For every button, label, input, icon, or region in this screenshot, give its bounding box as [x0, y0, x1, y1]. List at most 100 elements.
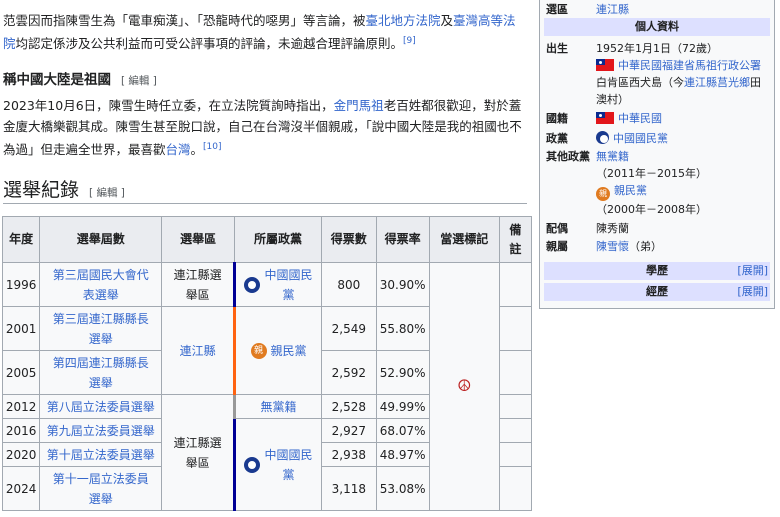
district-link[interactable]: 連江縣: [180, 344, 216, 358]
taipei-court-link[interactable]: 臺北地方法院: [366, 13, 441, 28]
nationality-link[interactable]: 中華民國: [618, 112, 662, 125]
header-pct: 得票率: [375, 216, 430, 263]
cell-election: 第九屆立法委員選舉: [39, 418, 163, 443]
cell-votes: 800: [321, 262, 377, 307]
infobox-row-born: 出生 1952年1月1日（72歲） 中華民國福建省馬祖行政公署白肯區西犬島（今連…: [546, 40, 770, 106]
reference-9[interactable]: [9]: [403, 36, 416, 46]
cell-votes: 2,592: [321, 350, 377, 395]
kmt-emblem-icon: [596, 131, 609, 144]
edit-section-link[interactable]: [ 編輯 ]: [89, 187, 125, 199]
header-votes: 得票數: [321, 216, 377, 263]
cell-notes: [498, 466, 533, 511]
pfp-link[interactable]: 親民黨: [614, 184, 647, 197]
cell-pct: 49.99%: [375, 394, 430, 419]
born-place-text: 白肯區西犬島（今: [596, 76, 684, 89]
roc-flag-icon: [596, 59, 614, 71]
election-link[interactable]: 第十一屆立法委員選舉: [53, 472, 149, 506]
header-elected: 當選標記: [428, 216, 500, 263]
header-party: 所屬政黨: [234, 216, 323, 263]
party-link[interactable]: 親民黨: [271, 341, 307, 361]
heading-divider: [3, 203, 527, 204]
edit-section-link[interactable]: [ 編輯 ]: [121, 75, 157, 87]
paragraph-text: 2023年10月6日，陳雪生時任立委，在立法院質詢時指出，: [3, 98, 334, 113]
cell-election: 第十一屆立法委員選舉: [39, 466, 163, 511]
education-header[interactable]: 學歷 [展開]: [544, 262, 770, 280]
table-row: 1996 第三屆國民大會代表選舉 連江縣選舉區 中國國民黨 800 30.90%…: [1, 262, 533, 511]
relative-relation: （弟）: [629, 240, 662, 253]
education-title: 學歷: [646, 264, 668, 277]
cell-votes: 2,938: [321, 442, 377, 467]
cell-pct: 48.97%: [375, 442, 430, 467]
cell-year: 2016: [1, 418, 41, 443]
pfp-emblem-icon: 親: [250, 342, 267, 359]
paragraph-text: 范雲因而指陳雪生為「電車痴漢」、「恐龍時代的噁男」等言論，被: [3, 13, 366, 28]
cell-notes: [498, 394, 533, 419]
section-heading-motherland: 稱中國大陸是祖國 [ 編輯 ]: [3, 68, 157, 88]
taiwan-link[interactable]: 台灣: [166, 142, 191, 157]
cell-pct: 55.80%: [375, 306, 430, 351]
election-link[interactable]: 第十屆立法委員選舉: [47, 448, 155, 462]
cell-election: 第八屆立法委員選舉: [39, 394, 163, 419]
born-place-link[interactable]: 中華民國福建省馬祖行政公署: [618, 59, 761, 72]
infobox-label: 配偶: [546, 222, 568, 235]
cell-party: 中國國民黨: [233, 262, 323, 307]
education-expand-toggle[interactable]: [展開]: [737, 262, 768, 280]
cell-district: 連江縣選舉區: [161, 394, 236, 511]
cell-election: 第三屆國民大會代表選舉: [39, 262, 163, 307]
cell-votes: 2,927: [321, 418, 377, 443]
career-title: 經歷: [646, 285, 668, 298]
district-link[interactable]: 連江縣: [596, 3, 629, 16]
kmt-emblem-icon: [243, 276, 260, 293]
cell-pct: 53.08%: [375, 466, 430, 511]
party-link[interactable]: 中國國民黨: [613, 132, 668, 145]
cell-pct: 68.07%: [375, 418, 430, 443]
cell-district: 連江縣: [161, 306, 236, 395]
party-link[interactable]: 中國國民黨: [264, 445, 314, 485]
career-header[interactable]: 經歷 [展開]: [544, 283, 770, 301]
cell-year: 2024: [1, 466, 41, 511]
election-link[interactable]: 第九屆立法委員選舉: [47, 424, 155, 438]
cell-party: 中國國民黨: [233, 418, 323, 511]
cell-election: 第四屆連江縣縣長選舉: [39, 350, 163, 395]
kinmen-matsu-link[interactable]: 金門馬祖: [334, 98, 384, 113]
party-link[interactable]: 中國國民黨: [264, 265, 314, 305]
cell-year: 1996: [1, 262, 41, 307]
cell-elected: ☮: [428, 262, 500, 511]
cell-year: 2020: [1, 442, 41, 467]
career-expand-toggle[interactable]: [展開]: [737, 283, 768, 301]
election-link[interactable]: 第三屆連江縣縣長選舉: [53, 312, 149, 346]
infobox-label: 國籍: [546, 112, 568, 125]
pfp-years: （2000年－2008年）: [596, 203, 707, 216]
cell-year: 2005: [1, 350, 41, 395]
election-link[interactable]: 第八屆立法委員選舉: [47, 400, 155, 414]
party-link[interactable]: 無黨籍: [261, 400, 297, 414]
cell-party: 無黨籍: [233, 394, 323, 419]
reference-10[interactable]: [10]: [203, 142, 221, 152]
infobox-label: 政黨: [546, 132, 568, 145]
header-election: 選舉屆數: [39, 216, 163, 263]
roc-flag-icon: [596, 112, 614, 124]
motherland-paragraph: 2023年10月6日，陳雪生時任立委，在立法院質詢時指出，金門馬祖老百姓都很歡迎…: [3, 95, 527, 160]
infobox: 選區 連江縣 個人資料 出生 1952年1月1日（72歲） 中華民國福建省馬祖行…: [539, 0, 775, 309]
paragraph-text: 。: [190, 142, 204, 158]
born-value: 1952年1月1日（72歲） 中華民國福建省馬祖行政公署白肯區西犬島（今連江縣莒…: [596, 40, 770, 108]
paragraph-text: 均認定係涉及公共利益而可受公評事項的評論，未逾越合理評論原則。: [15, 36, 404, 52]
election-link[interactable]: 第三屆國民大會代表選舉: [53, 268, 149, 302]
cell-notes: [498, 350, 533, 395]
cell-pct: 52.90%: [375, 350, 430, 395]
elected-mark-icon: ☮: [457, 376, 472, 395]
cell-election: 第三屆連江縣縣長選舉: [39, 306, 163, 351]
pfp-emblem-icon: 親: [596, 187, 610, 201]
election-link[interactable]: 第四屆連江縣縣長選舉: [53, 356, 149, 390]
cell-party: 親親民黨: [233, 306, 323, 395]
cell-notes: [498, 306, 533, 351]
np-link[interactable]: 無黨籍: [596, 150, 629, 163]
other-parties-value: 無黨籍 （2011年－2015年） 親親民黨 （2000年－2008年）: [596, 148, 770, 218]
infobox-label: 選區: [546, 3, 568, 16]
np-years: （2011年－2015年）: [596, 167, 707, 180]
born-place-modern-link[interactable]: 連江縣莒光鄉: [684, 76, 750, 89]
personal-info-header: 個人資料: [544, 18, 770, 36]
section-title: 稱中國大陸是祖國: [3, 72, 111, 88]
relative-link[interactable]: 陳雪懷: [596, 240, 629, 253]
cell-notes: [498, 262, 533, 307]
